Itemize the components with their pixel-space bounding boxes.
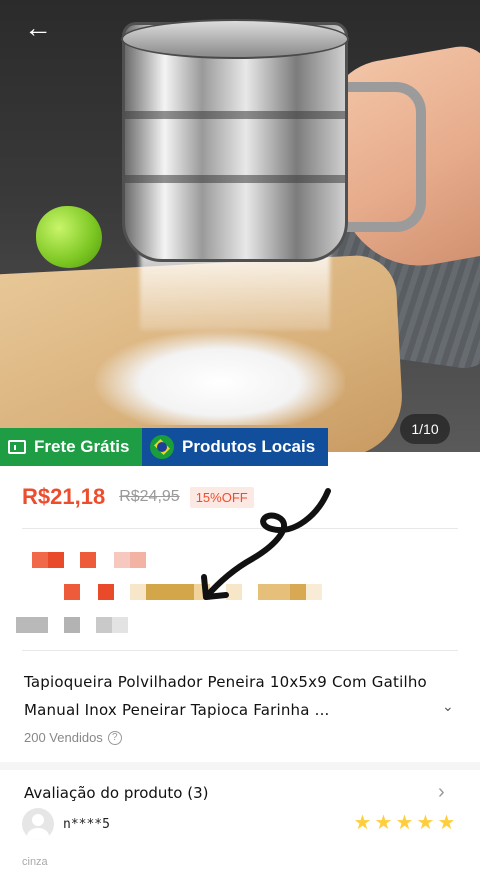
- section-gap: [0, 762, 480, 770]
- star-icon: ★: [374, 812, 393, 834]
- review-variant: cinza: [22, 856, 48, 868]
- flour-stream: [140, 250, 330, 330]
- star-rating: ★ ★ ★ ★ ★: [352, 813, 457, 833]
- star-icon: ★: [437, 812, 456, 834]
- flour-pile: [95, 330, 345, 425]
- chevron-right-icon[interactable]: ›: [438, 781, 445, 804]
- local-products-badge: Produtos Locais: [142, 428, 328, 466]
- reviews-heading[interactable]: Avaliação do produto (3): [24, 784, 208, 802]
- flour-sifter: [121, 19, 349, 262]
- star-icon: ★: [353, 812, 372, 834]
- reviewer: n****5: [22, 808, 110, 840]
- sold-count: 200 Vendidos ?: [24, 730, 122, 745]
- brazil-flag-icon: [150, 435, 174, 459]
- product-image-carousel[interactable]: ← 1/10: [0, 0, 480, 452]
- truck-icon: [8, 440, 26, 454]
- divider: [22, 650, 458, 651]
- star-icon: ★: [416, 812, 435, 834]
- question-icon[interactable]: ?: [107, 730, 122, 745]
- free-shipping-badge: Frete Grátis: [0, 428, 142, 466]
- original-price: R$24,95: [119, 488, 180, 505]
- product-title: Tapioqueira Polvilhador Peneira 10x5x9 C…: [24, 673, 427, 719]
- star-icon: ★: [395, 812, 414, 834]
- free-shipping-label: Frete Grátis: [34, 437, 130, 456]
- chevron-down-icon[interactable]: ⌄: [442, 698, 454, 715]
- arrow-left-icon: ←: [24, 12, 52, 43]
- reviewer-name: n****5: [63, 816, 110, 832]
- sold-count-label: 200 Vendidos: [24, 730, 103, 745]
- hand-drawn-arrow: [201, 488, 331, 600]
- local-products-label: Produtos Locais: [182, 437, 316, 456]
- back-button[interactable]: ←: [20, 10, 56, 46]
- current-price: R$21,18: [22, 484, 106, 509]
- apple: [36, 206, 102, 268]
- badge-row: Frete Grátis Produtos Locais: [0, 428, 328, 466]
- image-counter: 1/10: [400, 414, 450, 444]
- avatar: [22, 808, 54, 840]
